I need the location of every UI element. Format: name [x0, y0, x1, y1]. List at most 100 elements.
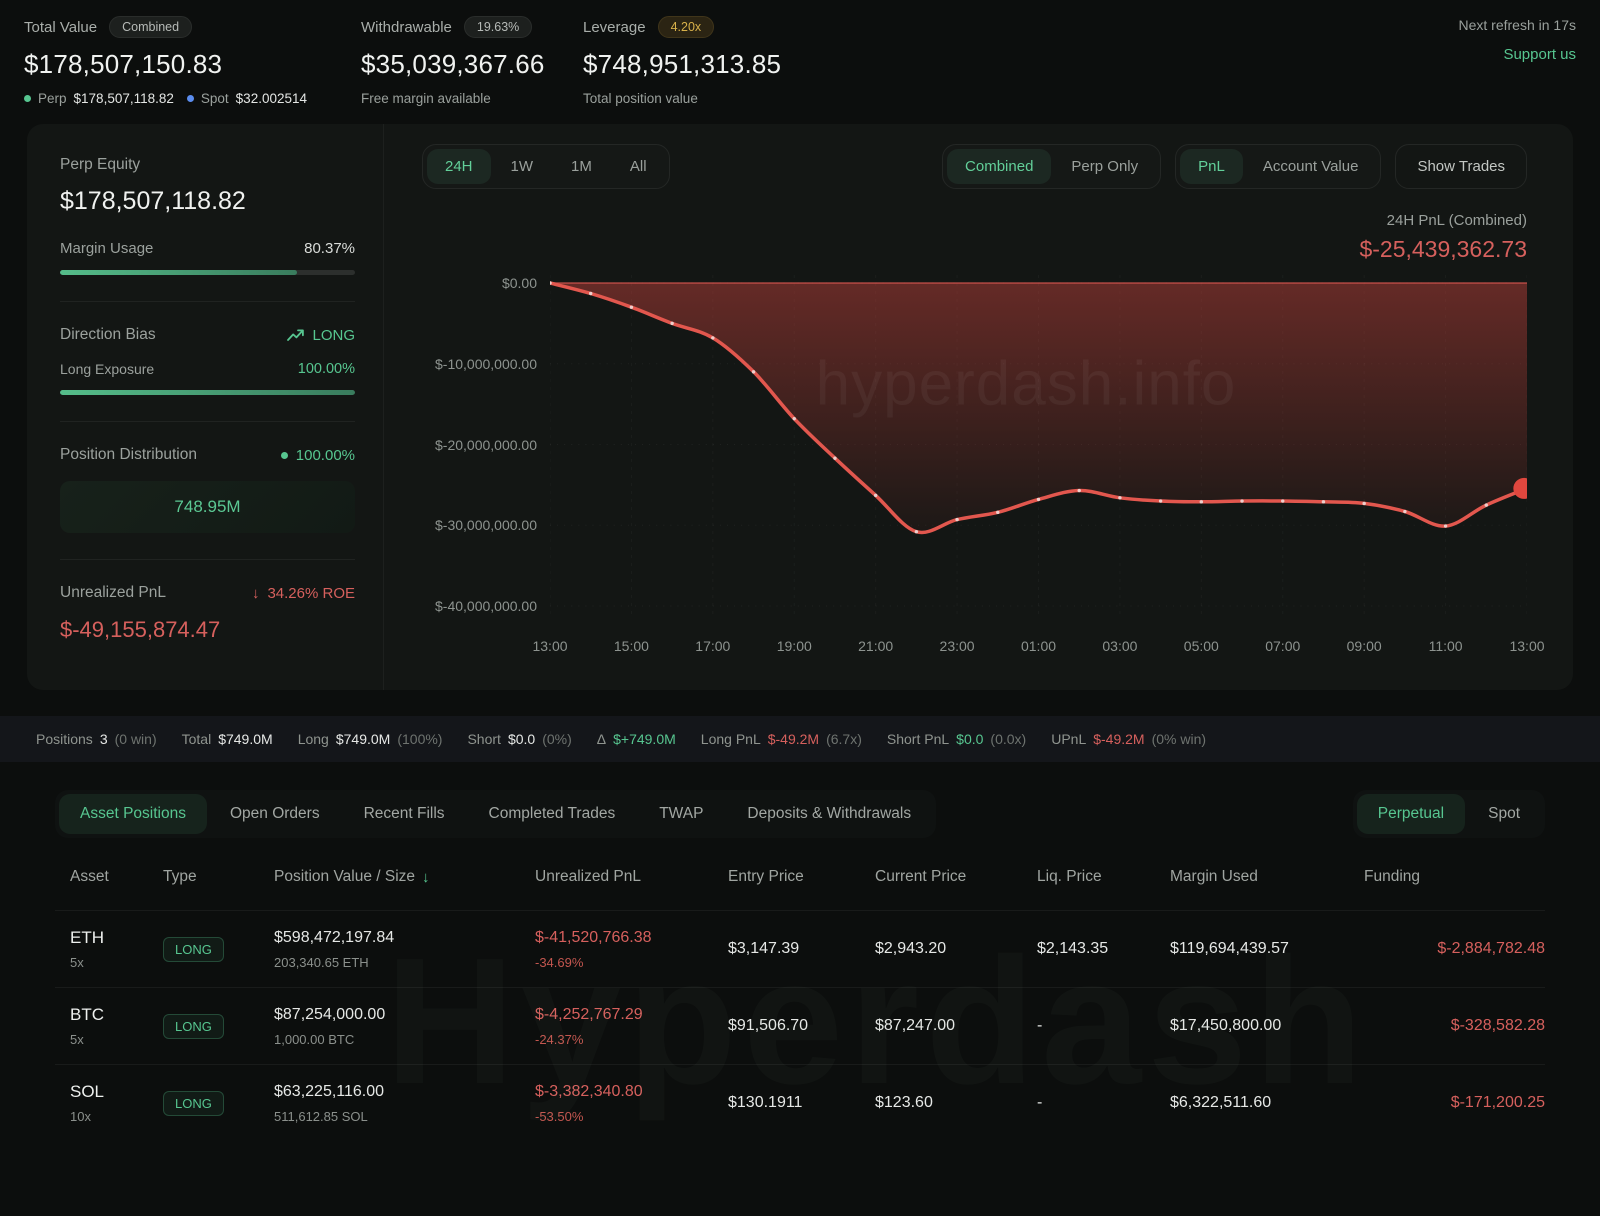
position-value-cell: $87,254,000.001,000.00 BTC — [274, 1006, 535, 1047]
total-value-amount: $178,507,150.83 — [24, 49, 361, 80]
unrealized-pnl-section: Unrealized PnL ↓ 34.26% ROE $-49,155,874… — [60, 560, 355, 669]
summary-long-pnl-label: Long PnL — [701, 731, 761, 747]
x-tick-label: 07:00 — [1265, 638, 1300, 654]
perp-equity-label: Perp Equity — [60, 156, 355, 174]
liq-price: - — [1037, 1017, 1170, 1035]
x-tick-label: 11:00 — [1429, 638, 1463, 654]
unrealized-pnl-value: $-4,252,767.29 — [535, 1006, 728, 1024]
position-distribution-section: Position Distribution 100.00% 748.95M — [60, 422, 355, 560]
unrealized-pnl-pct: -34.69% — [535, 955, 728, 970]
chart-pnl-title: 24H PnL (Combined) — [422, 212, 1527, 229]
show-trades-button[interactable]: Show Trades — [1395, 144, 1527, 189]
column-header-entry-price[interactable]: Entry Price — [728, 868, 875, 886]
x-tick-label: 19:00 — [777, 638, 812, 654]
summary-long-value: $749.0M — [336, 731, 390, 747]
summary-delta-value: $+749.0M — [613, 731, 676, 747]
type-cell: LONG — [163, 1091, 274, 1116]
scope-perp-only[interactable]: Perp Only — [1053, 149, 1156, 184]
column-header-position-value-size[interactable]: Position Value / Size↓ — [274, 868, 535, 886]
total-value-label: Total Value — [24, 19, 97, 36]
metric-pnl[interactable]: PnL — [1180, 149, 1243, 184]
arrow-down-icon: ↓ — [252, 585, 260, 602]
x-tick-label: 17:00 — [695, 638, 730, 654]
leverage-stat: Leverage 4.20x $748,951,313.85 Total pos… — [583, 14, 781, 106]
direction-bias-value: LONG — [312, 327, 355, 344]
column-header-funding[interactable]: Funding — [1364, 868, 1545, 886]
position-size: 511,612.85 SOL — [274, 1109, 535, 1124]
summary-long-pnl-extra: (6.7x) — [826, 731, 862, 747]
summary-upnl-extra: (0% win) — [1152, 731, 1206, 747]
pnl-chart: $0.00$-10,000,000.00$-20,000,000.00$-30,… — [422, 269, 1527, 663]
metric-account-value[interactable]: Account Value — [1245, 149, 1377, 184]
margin-usage-bar — [60, 270, 355, 275]
tab-twap[interactable]: TWAP — [638, 794, 724, 834]
entry-price: $3,147.39 — [728, 940, 875, 958]
column-header-unrealized-pnl-label: Unrealized PnL — [535, 868, 641, 886]
tab-open-orders[interactable]: Open Orders — [209, 794, 341, 834]
asset-cell: SOL10x — [70, 1082, 163, 1124]
market-perpetual[interactable]: Perpetual — [1357, 794, 1465, 834]
tab-asset-positions[interactable]: Asset Positions — [59, 794, 207, 834]
tab-deposits-withdrawals[interactable]: Deposits & Withdrawals — [726, 794, 932, 834]
margin-used: $119,694,439.57 — [1170, 940, 1364, 958]
range-24h[interactable]: 24H — [427, 149, 491, 184]
chart-plot-area[interactable]: 13:0015:0017:0019:0021:0023:0001:0003:00… — [550, 269, 1527, 663]
margin-used: $17,450,800.00 — [1170, 1017, 1364, 1035]
y-tick-label: $0.00 — [502, 275, 537, 291]
support-us-link[interactable]: Support us — [1459, 46, 1577, 63]
column-header-liq-price[interactable]: Liq. Price — [1037, 868, 1170, 886]
perp-value: $178,507,118.82 — [74, 91, 174, 106]
position-row-sol[interactable]: SOL10xLONG$63,225,116.00511,612.85 SOL$-… — [55, 1064, 1545, 1141]
summary-long-pnl-value: $-49.2M — [768, 731, 819, 747]
x-tick-label: 13:00 — [532, 638, 567, 654]
position-row-btc[interactable]: BTC5xLONG$87,254,000.001,000.00 BTC$-4,2… — [55, 987, 1545, 1064]
summary-long-pnl: Long PnL $-49.2M (6.7x) — [701, 731, 862, 747]
type-cell: LONG — [163, 1014, 274, 1039]
summary-upnl-value: $-49.2M — [1093, 731, 1144, 747]
long-exposure-value: 100.00% — [298, 361, 355, 377]
position-row-eth[interactable]: ETH5xLONG$598,472,197.84203,340.65 ETH$-… — [55, 910, 1545, 987]
liq-price: $2,143.35 — [1037, 940, 1170, 958]
y-tick-label: $-40,000,000.00 — [435, 598, 537, 614]
unrealized-pnl-value: $-49,155,874.47 — [60, 617, 355, 643]
current-price: $2,943.20 — [875, 940, 1037, 958]
x-tick-label: 15:00 — [614, 638, 649, 654]
column-header-margin-used[interactable]: Margin Used — [1170, 868, 1364, 886]
market-spot[interactable]: Spot — [1467, 794, 1541, 834]
range-all[interactable]: All — [612, 149, 665, 184]
position-distribution-box[interactable]: 748.95M — [60, 481, 355, 533]
range-1m[interactable]: 1M — [553, 149, 610, 184]
y-tick-label: $-10,000,000.00 — [435, 356, 537, 372]
tab-completed-trades[interactable]: Completed Trades — [468, 794, 637, 834]
table-body: ETH5xLONG$598,472,197.84203,340.65 ETH$-… — [55, 910, 1545, 1141]
current-price: $87,247.00 — [875, 1017, 1037, 1035]
x-tick-label: 09:00 — [1347, 638, 1382, 654]
column-header-type[interactable]: Type — [163, 868, 274, 886]
scope-combined[interactable]: Combined — [947, 149, 1051, 184]
summary-short: Short$0.0(0%) — [467, 731, 571, 747]
leverage-label: Leverage — [583, 19, 646, 36]
entry-price: $130.1911 — [728, 1094, 875, 1112]
funding-value: $-2,884,782.48 — [1364, 940, 1545, 958]
summary-positions-extra: (0 win) — [115, 731, 157, 747]
summary-upnl-label: UPnL — [1051, 731, 1086, 747]
position-distribution-pct: 100.00% — [296, 447, 355, 464]
position-value-cell: $63,225,116.00511,612.85 SOL — [274, 1083, 535, 1124]
funding-value: $-328,582.28 — [1364, 1017, 1545, 1035]
column-header-unrealized-pnl[interactable]: Unrealized PnL — [535, 868, 728, 886]
position-value: $598,472,197.84 — [274, 929, 535, 947]
column-header-current-price[interactable]: Current Price — [875, 868, 1037, 886]
chart-x-axis: 13:0015:0017:0019:0021:0023:0001:0003:00… — [550, 629, 1527, 663]
leverage-amount: $748,951,313.85 — [583, 49, 781, 80]
current-price: $123.60 — [875, 1094, 1037, 1112]
tab-recent-fills[interactable]: Recent Fills — [343, 794, 466, 834]
margin-usage-value: 80.37% — [304, 240, 355, 257]
position-size: 203,340.65 ETH — [274, 955, 535, 970]
time-range-group: 24H1W1MAll — [422, 144, 670, 189]
column-header-asset[interactable]: Asset — [70, 868, 163, 886]
positions-tabs: Asset PositionsOpen OrdersRecent FillsCo… — [55, 790, 936, 838]
unrealized-pnl-value: $-3,382,340.80 — [535, 1083, 728, 1101]
unrealized-pnl-cell: $-3,382,340.80-53.50% — [535, 1083, 728, 1124]
summary-short-value: $0.0 — [508, 731, 535, 747]
range-1w[interactable]: 1W — [493, 149, 552, 184]
